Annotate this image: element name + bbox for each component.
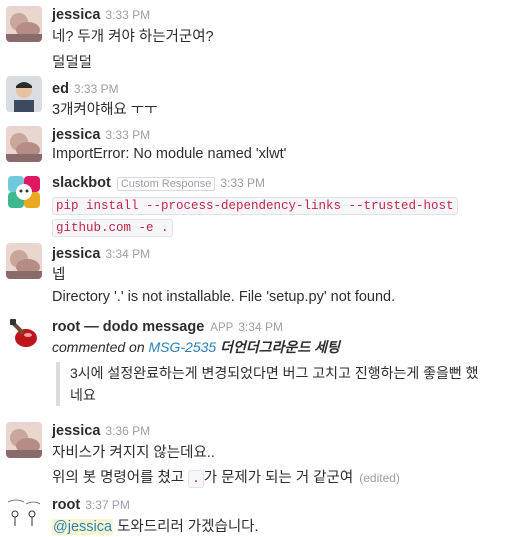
timestamp[interactable]: 3:33 PM [220, 176, 265, 190]
commented-on-label: commented on [52, 339, 145, 355]
message-text: 자비스가 켜지지 않는데요.. [52, 445, 215, 461]
message-item: jessica 3:36 PM 자비스가 켜지지 않는데요.. 위의 봇 명령어를… [0, 420, 510, 490]
timestamp[interactable]: 3:34 PM [105, 247, 150, 261]
sender-name[interactable]: root [52, 497, 80, 513]
message-text: 가 문제가 되는 거 같군여 [203, 470, 354, 486]
timestamp[interactable]: 3:36 PM [105, 424, 150, 438]
user-mention[interactable]: @jessica [52, 519, 114, 535]
timestamp[interactable]: 3:33 PM [105, 128, 150, 142]
quote-line: 네요 [70, 387, 96, 403]
message-text: 위의 봇 명령어를 쳤고 [52, 470, 185, 486]
message-item: jessica 3:33 PM ImportError: No module na… [0, 124, 510, 168]
message-text: 넵 [52, 267, 66, 283]
message-item: ed 3:33 PM 3개켜야해요 ㅜㅜ [0, 76, 510, 120]
timestamp[interactable]: 3:37 PM [85, 498, 130, 512]
jessica-avatar-icon[interactable] [6, 422, 42, 458]
message-text: 도와드리러 가겠습니다. [117, 519, 259, 535]
message-text: 덜덜덜 [52, 55, 93, 71]
timestamp[interactable]: 3:33 PM [105, 8, 150, 22]
sender-name[interactable]: ed [52, 81, 69, 97]
message-item: jessica 3:34 PM 넵 Directory '.' is not in… [0, 243, 510, 313]
timestamp[interactable]: 3:34 PM [238, 320, 283, 334]
jessica-avatar-icon[interactable] [6, 6, 42, 42]
jessica-avatar-icon[interactable] [6, 126, 42, 162]
wine-glass-avatar-icon[interactable] [6, 316, 42, 352]
issue-link[interactable]: MSG-2535 [149, 339, 217, 355]
custom-response-badge: Custom Response [116, 177, 216, 191]
message-item: slackbot Custom Response 3:33 PM pip insta… [0, 172, 510, 237]
issue-title: 더언더그라운드 세팅 [220, 339, 340, 355]
quoted-comment: 3시에 설정완료하는게 변경되었다면 버그 고치고 진행하는게 좋을뻔 했 네요 [56, 362, 490, 406]
message-text: Directory '.' is not installable. File '… [52, 289, 396, 305]
sender-name[interactable]: root — dodo message [52, 319, 204, 335]
quote-line: 3시에 설정완료하는게 변경되었다면 버그 고치고 진행하는게 좋을뻔 했 [70, 365, 479, 381]
ed-avatar-icon[interactable] [6, 76, 42, 112]
app-badge: APP [210, 322, 234, 334]
inline-code: . [188, 470, 204, 488]
sender-name[interactable]: jessica [52, 7, 100, 23]
message-item: jessica 3:33 PM 네? 두개 켜야 하는거군여? 덜덜덜 [0, 0, 510, 71]
message-text: 네? 두개 켜야 하는거군여? [52, 29, 214, 45]
message-item: root — dodo message APP 3:34 PM commented … [0, 316, 510, 408]
inline-code: pip install --process-dependency-links -… [52, 197, 458, 215]
sender-name[interactable]: jessica [52, 246, 100, 262]
message-text: 3개켜야해요 ㅜㅜ [52, 102, 158, 118]
edited-label: (edited) [359, 471, 400, 485]
sender-name[interactable]: jessica [52, 423, 100, 439]
message-item: root 3:37 PM @jessica 도와드리러 가겠습니다. [0, 494, 510, 537]
jessica-avatar-icon[interactable] [6, 243, 42, 279]
sender-name[interactable]: slackbot [52, 175, 111, 191]
timestamp[interactable]: 3:33 PM [74, 82, 119, 96]
slackbot-avatar-icon[interactable] [6, 174, 42, 210]
message-text: ImportError: No module named 'xlwt' [52, 146, 287, 162]
sender-name[interactable]: jessica [52, 127, 100, 143]
inline-code: github.com -e . [52, 219, 173, 237]
sketch-avatar-icon[interactable] [6, 496, 42, 532]
